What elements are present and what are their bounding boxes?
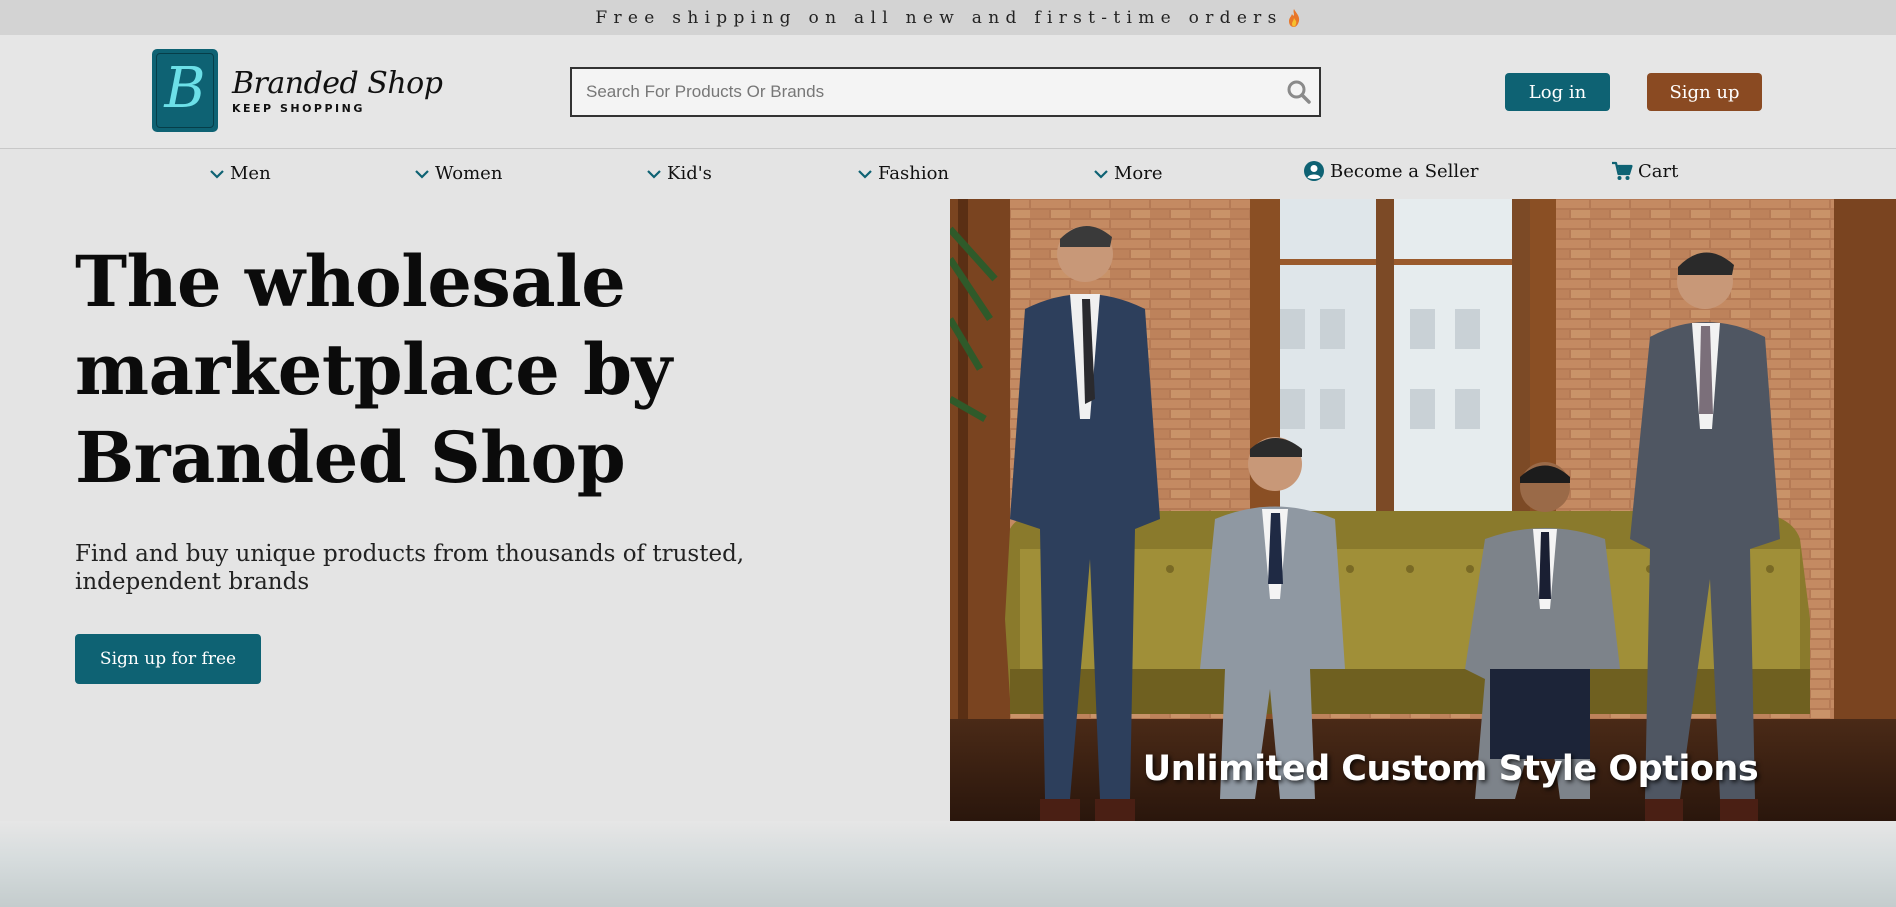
brand-logo[interactable]: B Branded Shop KEEP SHOPPING [152,49,443,132]
category-nav: Men Women Kid's Fashion More Become a Se… [0,148,1896,198]
site-header: B Branded Shop KEEP SHOPPING Log in Sign… [0,35,1896,148]
search-icon[interactable] [1279,72,1319,112]
section-divider [0,821,1896,907]
nav-item-label: Women [435,163,503,184]
chevron-down-icon [858,169,872,179]
cart-icon [1612,161,1633,180]
logo-mark: B [152,49,218,132]
cart-link[interactable]: Cart [1611,160,1678,182]
chevron-down-icon [647,169,661,179]
hero-subtitle: Find and buy unique products from thousa… [75,541,745,595]
nav-item-label: Fashion [878,163,950,184]
promo-banner: Free shipping on all new and first-time … [0,0,1896,35]
chevron-down-icon [210,169,224,179]
brand-name: Branded Shop [232,66,443,101]
hero-image-caption: Unlimited Custom Style Options [1142,749,1759,789]
nav-item-kids[interactable]: Kid's [645,163,712,184]
nav-item-men[interactable]: Men [208,163,271,184]
chevron-down-icon [1094,169,1108,179]
hero-image: Unlimited Custom Style Options [950,199,1896,821]
become-seller-link[interactable]: Become a Seller [1303,160,1478,182]
hero-photo [950,199,1896,821]
nav-item-label: Men [230,163,271,184]
hero-section: The wholesale marketplace by Branded Sho… [75,238,895,684]
login-button[interactable]: Log in [1505,73,1610,111]
nav-item-label: Kid's [667,163,712,184]
signup-free-button[interactable]: Sign up for free [75,634,261,684]
search-bar [570,67,1321,117]
logo-letter: B [164,56,206,121]
nav-item-fashion[interactable]: Fashion [856,163,949,184]
nav-item-more[interactable]: More [1092,163,1163,184]
chevron-down-icon [415,169,429,179]
search-input[interactable] [572,69,1279,115]
promo-text: Free shipping on all new and first-time … [595,7,1283,28]
nav-item-women[interactable]: Women [413,163,502,184]
nav-item-label: More [1114,163,1163,184]
hero-title: The wholesale marketplace by Branded Sho… [75,240,672,499]
user-circle-icon [1304,161,1324,181]
cart-label: Cart [1638,160,1679,182]
brand-tagline: KEEP SHOPPING [232,102,365,115]
become-seller-label: Become a Seller [1330,160,1479,182]
fire-icon [1288,8,1299,27]
signup-button[interactable]: Sign up [1647,73,1762,111]
